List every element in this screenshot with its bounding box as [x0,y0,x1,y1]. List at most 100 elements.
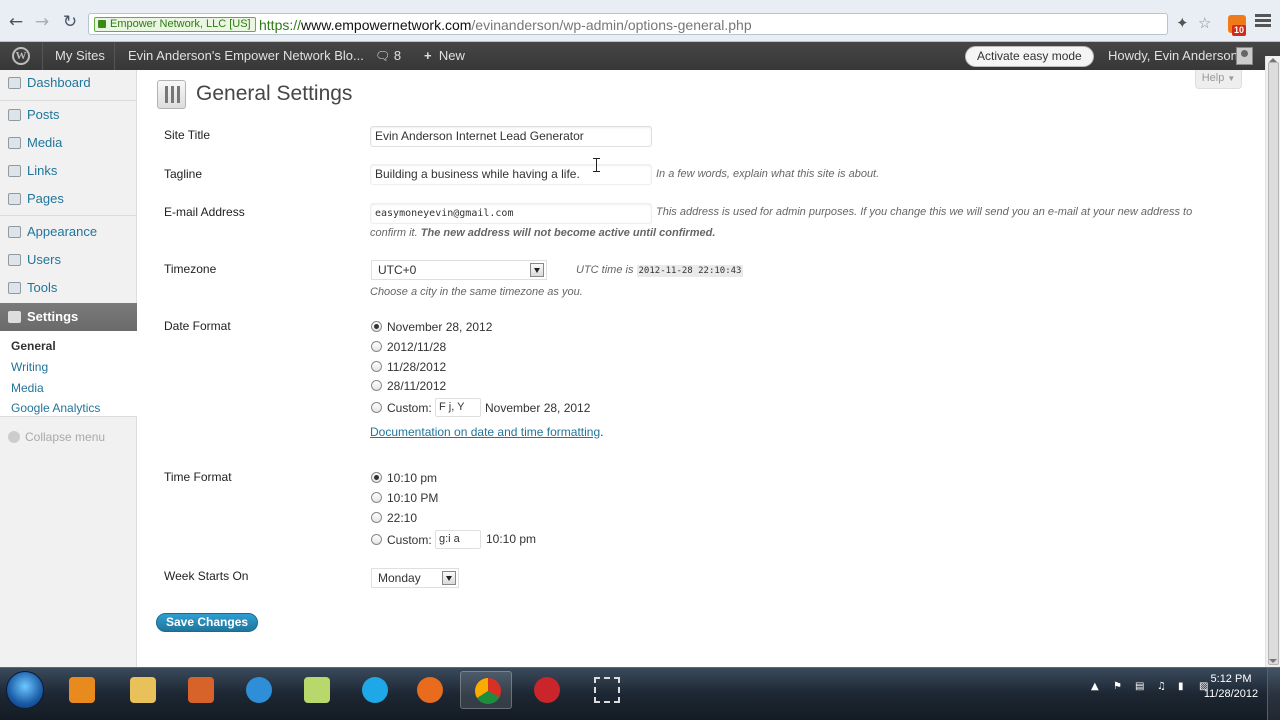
dropdown-arrow-icon [530,263,544,277]
sidebar-item-dashboard[interactable]: Dashboard [0,71,137,95]
utc-time: UTC time is 2012-11-28 22:10:43 [576,264,744,277]
notes-taskbar-icon[interactable] [290,671,342,709]
users-icon [8,254,21,266]
comment-bubble-icon: 🗨 [375,49,391,63]
forward-icon[interactable]: → [32,12,52,32]
date-format-option: November 28, 2012 [387,320,493,334]
date-time-doc-link[interactable]: Documentation on date and time formattin… [370,425,600,439]
page-scrollbar[interactable] [1265,56,1280,667]
media-player-taskbar-icon[interactable] [55,671,107,709]
sidebar-item-posts[interactable]: Posts [0,103,137,127]
collapse-menu-button[interactable]: Collapse menu [8,430,105,444]
action-center-flag-icon[interactable]: ⚑ [1113,681,1124,692]
start-button[interactable] [6,671,44,709]
sidebar-item-media[interactable]: Media [0,131,137,155]
network-icon[interactable]: ▤ [1135,681,1146,692]
wordpress-logo-icon[interactable]: W [12,47,30,65]
appearance-icon [8,226,21,238]
new-content-link[interactable]: + New [424,42,465,70]
date-format-radio[interactable] [371,380,382,391]
time-format-radio[interactable] [371,492,382,503]
ev-certificate-badge[interactable]: Empower Network, LLC [US] [94,17,256,32]
pages-icon [8,193,21,205]
page-title: General Settings [196,82,353,105]
tagline-description: In a few words, explain what this site i… [656,168,880,180]
links-chain-icon [8,165,21,177]
date-custom-input[interactable]: F j, Y [435,398,481,417]
sidebar-item-tools[interactable]: Tools [0,276,137,300]
chrome-taskbar-icon[interactable] [460,671,512,709]
time-custom-input[interactable]: g:i a [435,530,481,549]
url-text[interactable]: https://www.empowernetwork.com/evinander… [259,17,752,33]
scroll-down-icon[interactable] [1269,659,1277,663]
globe-app-taskbar-icon[interactable] [232,671,284,709]
date-custom-label: Custom: [387,401,432,415]
email-input[interactable]: easymoneyevin@gmail.com [370,203,652,224]
rss-count-badge: 10 [1232,25,1247,36]
date-format-radio[interactable] [371,321,382,332]
extension-puzzle-icon[interactable]: ✦ [1176,14,1189,32]
submenu-item-general[interactable]: General [11,339,56,353]
back-icon[interactable]: ← [6,12,26,32]
sidebar-item-links[interactable]: Links [0,159,137,183]
date-format-radio[interactable] [371,361,382,372]
submenu-item-google-analytics[interactable]: Google Analytics [11,401,100,415]
bookmark-star-icon[interactable]: ☆ [1198,14,1211,32]
site-name-link[interactable]: Evin Anderson's Empower Network Blo... [128,42,364,70]
screen-capture-taskbar-icon[interactable] [580,671,632,709]
submenu-item-writing[interactable]: Writing [11,360,48,374]
file-explorer-taskbar-icon[interactable] [116,671,168,709]
scroll-thumb[interactable] [1268,62,1279,665]
avatar[interactable] [1236,47,1253,65]
address-bar[interactable]: Empower Network, LLC [US] https://www.em… [88,13,1168,35]
date-format-radio[interactable] [371,341,382,352]
submenu-item-media[interactable]: Media [11,381,44,395]
tools-icon [8,282,21,294]
howdy-user-menu[interactable]: Howdy, Evin Anderson [1108,42,1238,70]
help-tab[interactable]: Help ▼ [1195,70,1242,89]
time-format-option: 10:10 PM [387,491,439,505]
recorder-taskbar-icon[interactable] [520,671,572,709]
dropdown-arrow-icon [442,571,456,585]
time-format-radio[interactable] [371,472,382,483]
week-starts-select[interactable]: Monday [371,568,459,588]
settings-submenu: General Writing Media Google Analytics [0,331,137,417]
tagline-input[interactable]: Building a business while having a life. [370,164,652,185]
timezone-select[interactable]: UTC+0 [371,260,547,280]
battery-icon[interactable]: ▮ [1178,681,1189,692]
firefox-taskbar-icon[interactable] [403,671,455,709]
taskbar-clock[interactable]: 5:12 PM 11/28/2012 [1203,672,1259,702]
save-changes-button[interactable]: Save Changes [156,613,259,632]
show-desktop-button[interactable] [1267,668,1280,720]
collapse-arrow-icon [8,431,20,443]
timezone-label: Timezone [164,262,217,276]
date-format-custom-radio[interactable] [371,402,382,413]
sidebar-item-appearance[interactable]: Appearance [0,220,137,244]
time-format-custom-radio[interactable] [371,534,382,545]
comments-link[interactable]: 🗨 8 [375,42,401,70]
activate-easy-mode-button[interactable]: Activate easy mode [965,46,1094,67]
my-sites-link[interactable]: My Sites [55,42,105,70]
skype-taskbar-icon[interactable] [348,671,400,709]
lock-icon [98,20,106,28]
plus-icon: + [424,48,432,63]
reload-icon[interactable]: ↻ [60,12,80,32]
email-label: E-mail Address [164,205,245,219]
image-app-taskbar-icon[interactable] [174,671,226,709]
browser-menu-icon[interactable] [1255,12,1271,30]
wp-admin-bar: W My Sites Evin Anderson's Empower Netwo… [0,42,1280,70]
site-title-input[interactable]: Evin Anderson Internet Lead Generator [370,126,652,147]
dashboard-icon [8,77,21,89]
date-format-label: Date Format [164,319,231,333]
admin-sidebar-menu: Dashboard Posts Media Links Pages Appear… [0,70,145,667]
sidebar-item-pages[interactable]: Pages [0,187,137,211]
system-tray: ▲ ⚑ ▤ ♫ ▮ ▨ [1085,672,1208,702]
sidebar-item-settings[interactable]: Settings [0,303,145,331]
sidebar-item-users[interactable]: Users [0,248,137,272]
timezone-description: Choose a city in the same timezone as yo… [370,286,583,298]
show-hidden-icons-icon[interactable]: ▲ [1091,681,1102,692]
time-format-radio[interactable] [371,512,382,523]
chevron-down-icon: ▼ [1227,74,1236,83]
time-custom-preview: 10:10 pm [486,532,537,546]
volume-icon[interactable]: ♫ [1157,681,1168,692]
